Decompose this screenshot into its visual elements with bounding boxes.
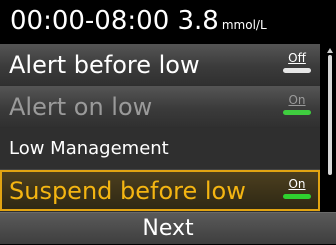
suspend-before-low-row[interactable]: Suspend before low On xyxy=(0,170,320,212)
time-range-threshold: 00:00-08:00 3.8 xyxy=(10,6,219,36)
toggle-bar-icon xyxy=(283,68,311,73)
unit-label: mmol/L xyxy=(221,18,267,32)
toggle-state-label: On xyxy=(288,177,306,191)
suspend-before-low-toggle[interactable]: On xyxy=(282,177,312,205)
scrollbar[interactable] xyxy=(326,48,334,218)
alert-on-low-toggle: On xyxy=(282,93,312,121)
scroll-up-arrow-icon xyxy=(327,48,333,53)
alert-on-low-label: Alert on low xyxy=(9,92,153,121)
toggle-bar-icon xyxy=(283,194,311,199)
title-bar: 00:00-08:00 3.8 mmol/L xyxy=(0,0,336,44)
low-management-section-header: Low Management xyxy=(0,128,320,170)
suspend-before-low-label: Suspend before low xyxy=(9,176,246,205)
alert-before-low-label: Alert before low xyxy=(9,50,200,79)
toggle-state-label: On xyxy=(288,93,306,107)
toggle-bar-icon xyxy=(283,110,311,115)
alert-on-low-row: Alert on low On xyxy=(0,86,320,128)
alert-before-low-toggle[interactable]: Off xyxy=(282,51,312,79)
alert-before-low-row[interactable]: Alert before low Off xyxy=(0,44,320,86)
settings-list: Alert before low Off Alert on low On Low… xyxy=(0,44,320,212)
section-title: Low Management xyxy=(9,138,169,159)
toggle-state-label: Off xyxy=(288,51,306,65)
next-button[interactable]: Next xyxy=(0,212,336,244)
scroll-thumb[interactable] xyxy=(328,55,332,175)
